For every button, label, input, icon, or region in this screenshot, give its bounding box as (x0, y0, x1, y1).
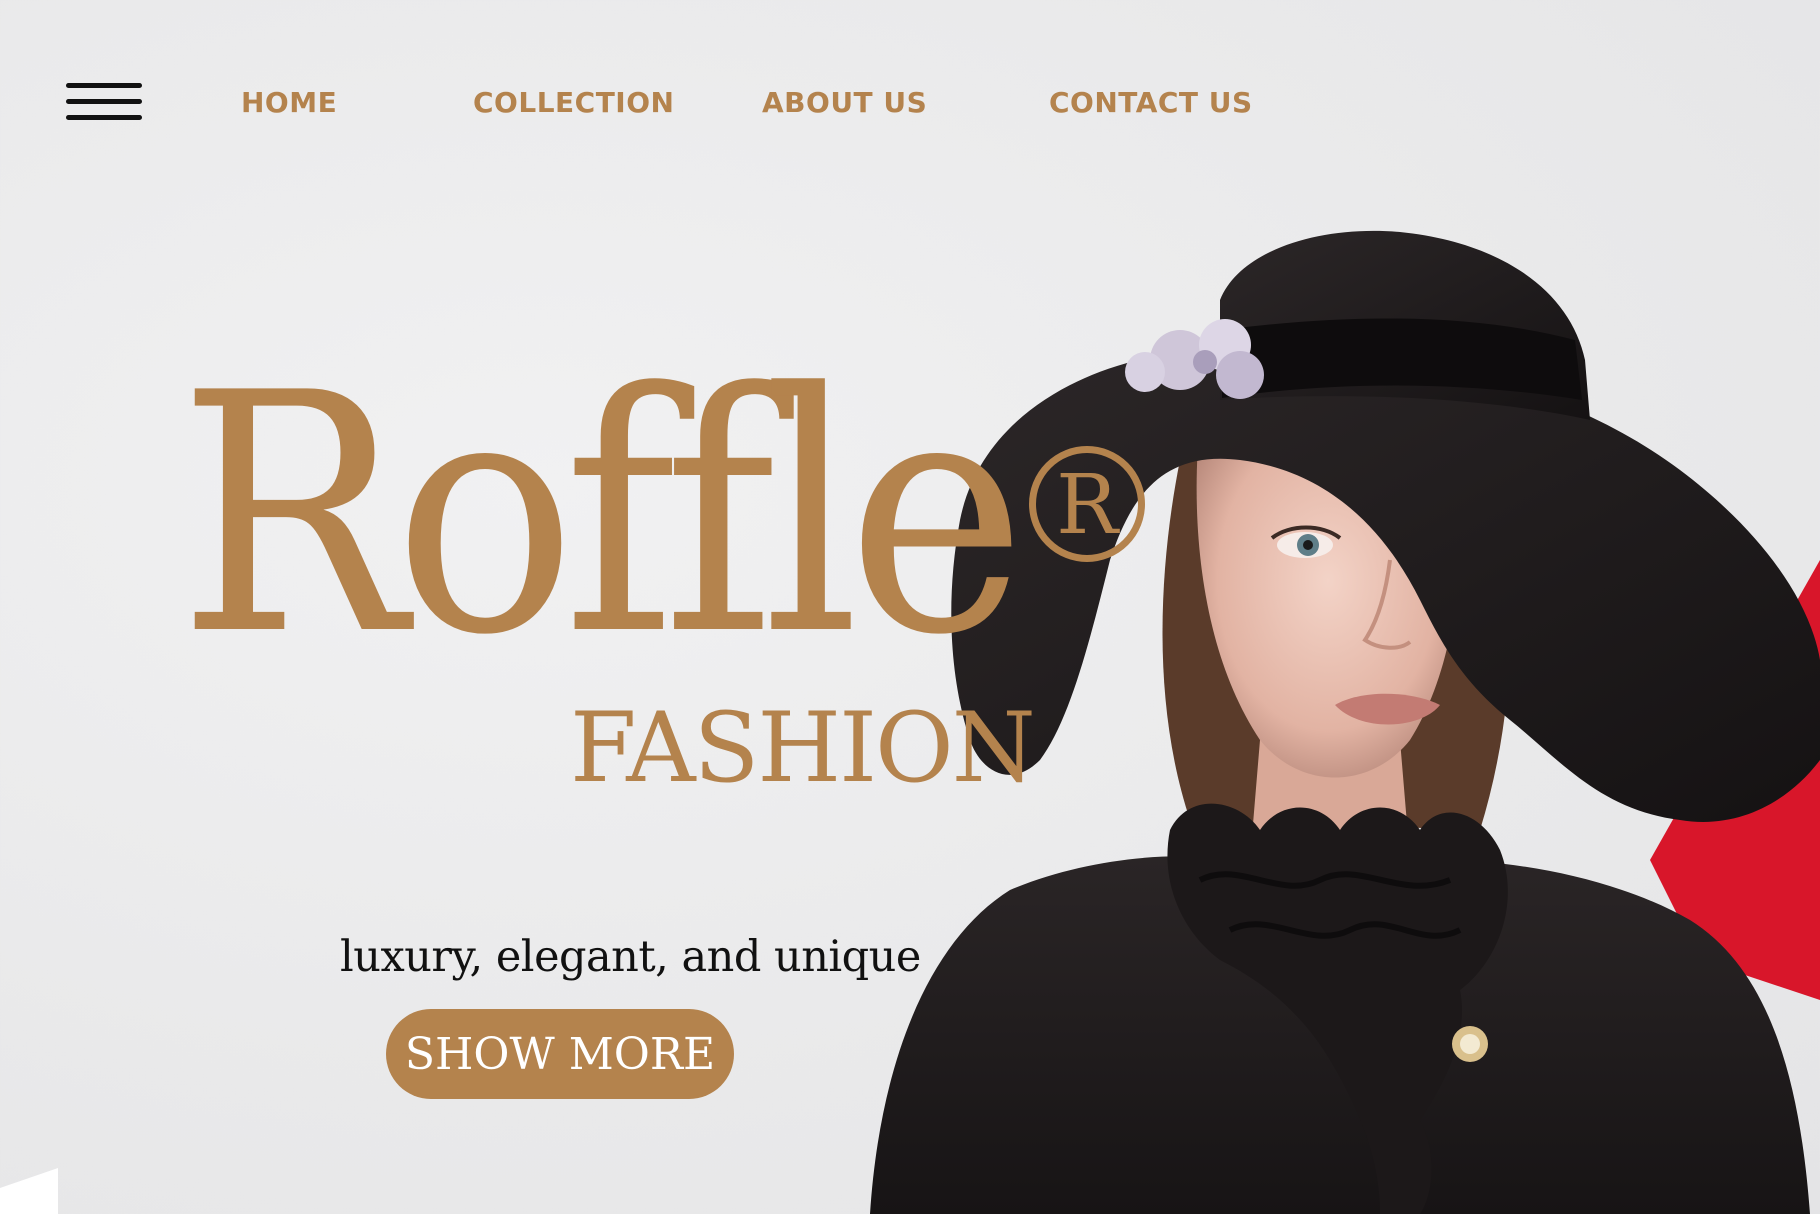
hamburger-menu-icon[interactable] (66, 83, 142, 120)
hero-tagline: luxury, elegant, and unique (340, 932, 921, 982)
nav-link-home[interactable]: HOME (241, 86, 337, 119)
nav-link-collection[interactable]: COLLECTION (473, 86, 674, 119)
registered-mark-letter: R (1056, 458, 1118, 553)
decorative-shape (0, 1168, 60, 1214)
brand-logo-text: Roffle (178, 323, 1026, 707)
nav-link-about-us[interactable]: ABOUT US (762, 86, 927, 119)
nav-link-contact-us[interactable]: CONTACT US (1049, 86, 1253, 119)
show-more-button[interactable]: SHOW MORE (386, 1009, 734, 1099)
top-navigation: HOME COLLECTION ABOUT US CONTACT US (0, 0, 1820, 200)
registered-trademark-icon: R (1029, 446, 1145, 562)
brand-subtitle: FASHION (570, 692, 1036, 804)
